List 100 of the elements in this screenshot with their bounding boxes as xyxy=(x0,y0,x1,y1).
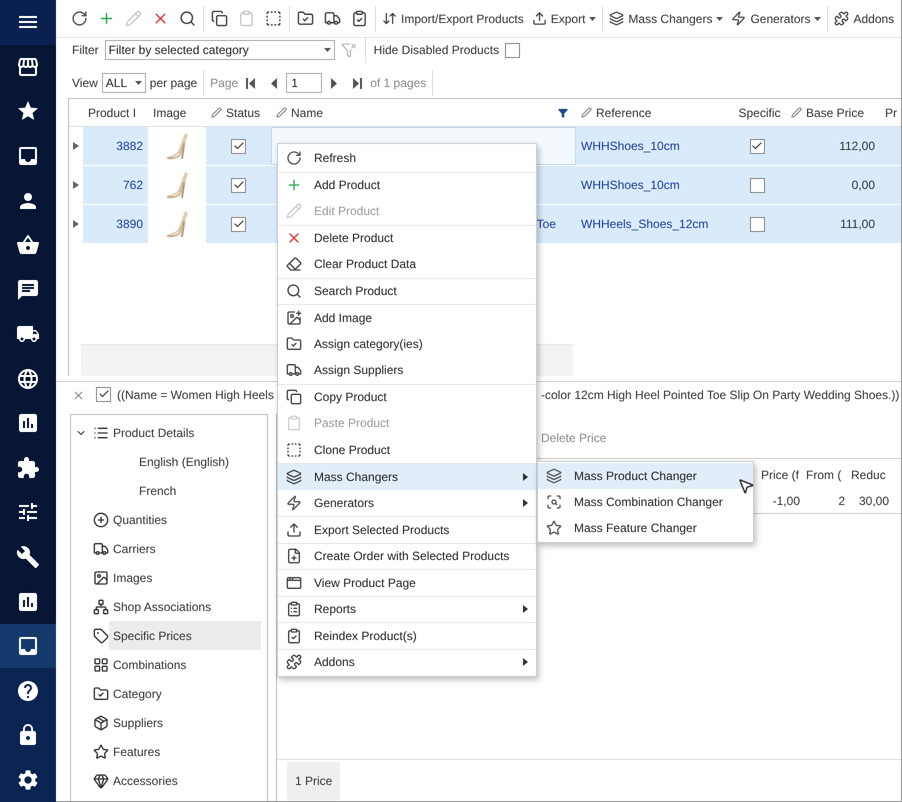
status-checkbox[interactable] xyxy=(231,178,246,192)
specific-checkbox[interactable] xyxy=(750,138,764,154)
row-expander-icon[interactable] xyxy=(73,220,79,228)
tree-item[interactable]: English (English) xyxy=(135,447,261,476)
column-header[interactable]: Specific xyxy=(728,106,786,120)
pencil-icon xyxy=(581,107,592,118)
lightning-icon xyxy=(731,11,746,26)
star-icon xyxy=(546,520,562,536)
menu-item[interactable]: Addons xyxy=(278,648,536,675)
close-icon[interactable] xyxy=(72,388,85,402)
tree-item[interactable]: Specific Prices xyxy=(109,621,261,650)
filter-text: ((Name = Women High Heels xyxy=(117,388,274,402)
menu-item[interactable]: Copy Product xyxy=(278,384,536,410)
column-header[interactable]: Reference xyxy=(576,106,728,120)
tree-item[interactable]: Images xyxy=(109,563,261,592)
puzzle-icon xyxy=(286,654,302,670)
settings-icon xyxy=(16,768,40,792)
menu-item[interactable]: Mass Changers xyxy=(278,463,536,490)
row-expander-icon[interactable] xyxy=(73,142,79,150)
plus-circle-icon xyxy=(93,512,109,528)
toolbar-button[interactable]: Mass Changers xyxy=(605,6,728,32)
toolbar-button[interactable]: Export xyxy=(528,6,600,32)
gem-icon xyxy=(93,772,109,788)
tree-item[interactable]: Shop Associations xyxy=(109,592,261,621)
menu-item[interactable]: Create Order with Selected Products xyxy=(278,542,536,569)
page-field[interactable]: 1 xyxy=(286,73,322,93)
page-count: of 1 pages xyxy=(370,76,426,90)
row-expander-icon[interactable] xyxy=(73,181,79,189)
column-header[interactable]: Image xyxy=(148,106,206,120)
nav-button[interactable] xyxy=(0,624,56,668)
last-page-icon xyxy=(352,78,362,88)
tree-item[interactable]: Product Details xyxy=(109,418,261,447)
table-cell xyxy=(880,205,901,243)
tree-item[interactable]: Carriers xyxy=(109,534,261,563)
caret-icon xyxy=(716,16,724,20)
specific-checkbox[interactable] xyxy=(750,178,764,192)
toolbar-button[interactable]: Addons xyxy=(830,6,898,32)
column-header[interactable]: Pr xyxy=(880,106,901,120)
menu-item[interactable]: Delete Product xyxy=(278,224,536,251)
menu-item[interactable]: Assign category(ies) xyxy=(278,330,536,357)
toolbar-button[interactable]: Generators xyxy=(727,6,826,32)
menu-item[interactable]: Clear Product Data xyxy=(278,251,536,278)
menu-item[interactable]: Add Image xyxy=(278,304,536,330)
menu-item[interactable]: Mass Product Changer xyxy=(538,463,753,489)
filter-label: Filter xyxy=(72,43,99,57)
tree-item[interactable]: Combinations xyxy=(109,650,261,679)
menu-item[interactable]: Search Product xyxy=(278,278,536,304)
column-header[interactable]: Status xyxy=(206,106,271,120)
table-cell xyxy=(880,127,901,165)
layers-icon xyxy=(546,468,562,484)
tree-item[interactable]: Suppliers xyxy=(109,708,261,737)
menu-item[interactable]: Assign Suppliers xyxy=(278,357,536,384)
column-header[interactable]: Price (f xyxy=(758,468,803,482)
column-header[interactable]: Name xyxy=(271,106,576,120)
image-icon xyxy=(93,570,109,586)
tree-item[interactable]: Features xyxy=(109,737,261,766)
first-page-icon xyxy=(246,78,256,88)
menu-item[interactable]: Mass Combination Changer xyxy=(538,489,753,515)
filter-dropdown[interactable]: Filter by selected category xyxy=(104,40,335,60)
upload-icon xyxy=(286,522,302,538)
nav-button[interactable] xyxy=(0,0,56,45)
menu-item[interactable]: Mass Feature Changer xyxy=(538,515,753,541)
nav-button[interactable] xyxy=(0,668,56,713)
submenu-arrow-icon xyxy=(523,605,528,614)
tree-item[interactable]: Accessories xyxy=(109,766,261,795)
clipboard-check-icon xyxy=(351,10,368,27)
tree-item[interactable]: French xyxy=(135,476,261,505)
caret-icon xyxy=(814,16,822,20)
menu-item[interactable]: Add Product xyxy=(278,172,536,198)
filter-checkbox[interactable] xyxy=(96,386,111,402)
clone-icon xyxy=(286,442,302,458)
folder-check-icon xyxy=(93,686,109,702)
view-label: View xyxy=(72,76,98,90)
table-cell: 112,00 xyxy=(786,127,880,165)
tree-item[interactable]: Quantities xyxy=(109,505,261,534)
layers-icon xyxy=(286,468,302,485)
column-header[interactable]: Product I xyxy=(83,106,148,120)
menu-item[interactable]: Refresh xyxy=(278,145,536,172)
status-checkbox[interactable] xyxy=(231,216,246,232)
column-header[interactable]: From ( xyxy=(803,468,848,482)
submenu-arrow-icon xyxy=(523,498,528,507)
menu-item[interactable]: Reindex Product(s) xyxy=(278,622,536,648)
clipboard-check-icon xyxy=(286,628,302,644)
menu-item[interactable]: Export Selected Products xyxy=(278,516,536,542)
per-page-dropdown[interactable]: ALL xyxy=(102,73,146,93)
menu-item[interactable]: Reports xyxy=(278,596,536,622)
specific-checkbox[interactable] xyxy=(750,216,764,232)
tree-item[interactable]: Category xyxy=(109,679,261,708)
toolbar-button[interactable]: Import/Export Products xyxy=(378,6,528,32)
menu-item[interactable]: Clone Product xyxy=(278,436,536,463)
file-plus-icon xyxy=(286,548,302,564)
column-header[interactable]: Base Price xyxy=(786,106,880,120)
table-cell: 111,00 xyxy=(786,205,880,243)
status-checkbox[interactable] xyxy=(231,138,246,154)
nav-button[interactable] xyxy=(0,758,56,802)
menu-item[interactable]: View Product Page xyxy=(278,569,536,596)
table-cell: 0,00 xyxy=(786,166,880,204)
table-cell xyxy=(880,166,901,204)
menu-item[interactable]: Generators xyxy=(278,490,536,516)
column-header[interactable]: Reduc xyxy=(848,468,892,482)
